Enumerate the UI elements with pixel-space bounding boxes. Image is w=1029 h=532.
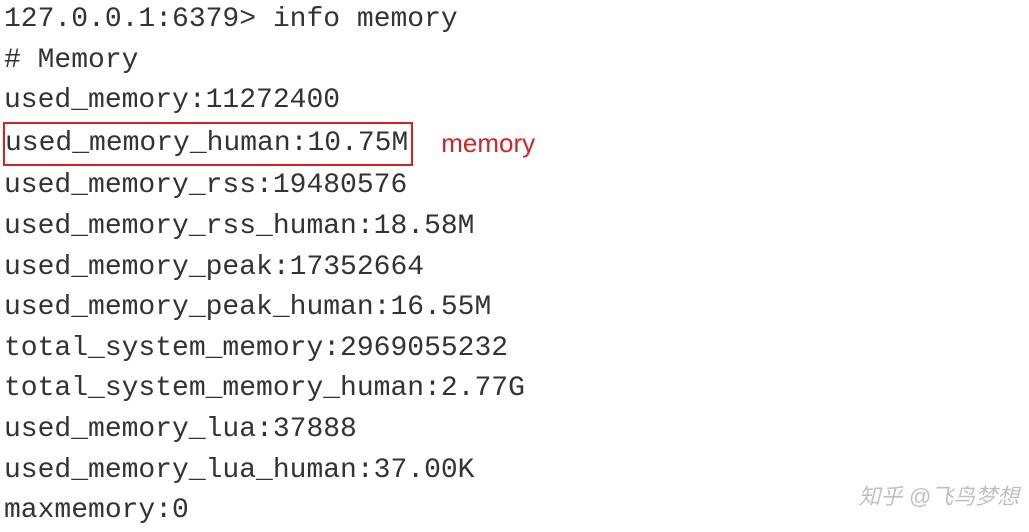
watermark: 知乎 @飞鸟梦想 — [859, 481, 1019, 513]
prompt-symbol: > — [239, 4, 256, 35]
metric-used-memory-lua: used_memory_lua:37888 — [4, 410, 1025, 451]
prompt-host: 127.0.0.1:6379 — [4, 4, 239, 35]
prompt-command: info memory — [273, 4, 458, 35]
metric-total-system-memory-human: total_system_memory_human:2.77G — [4, 369, 1025, 410]
metric-used-memory: used_memory:11272400 — [4, 81, 1025, 122]
section-header: # Memory — [4, 41, 1025, 82]
metric-used-memory-rss: used_memory_rss:19480576 — [4, 166, 1025, 207]
metric-used-memory-rss-human: used_memory_rss_human:18.58M — [4, 207, 1025, 248]
prompt-line[interactable]: 127.0.0.1:6379> info memory — [4, 0, 1025, 41]
highlighted-row: used_memory_human:10.75M memory — [4, 122, 1025, 167]
metric-used-memory-peak: used_memory_peak:17352664 — [4, 248, 1025, 289]
metric-total-system-memory: total_system_memory:2969055232 — [4, 329, 1025, 370]
metric-used-memory-peak-human: used_memory_peak_human:16.55M — [4, 288, 1025, 329]
metric-used-memory-human: used_memory_human:10.75M — [3, 122, 413, 167]
annotation-label: memory — [441, 125, 535, 163]
